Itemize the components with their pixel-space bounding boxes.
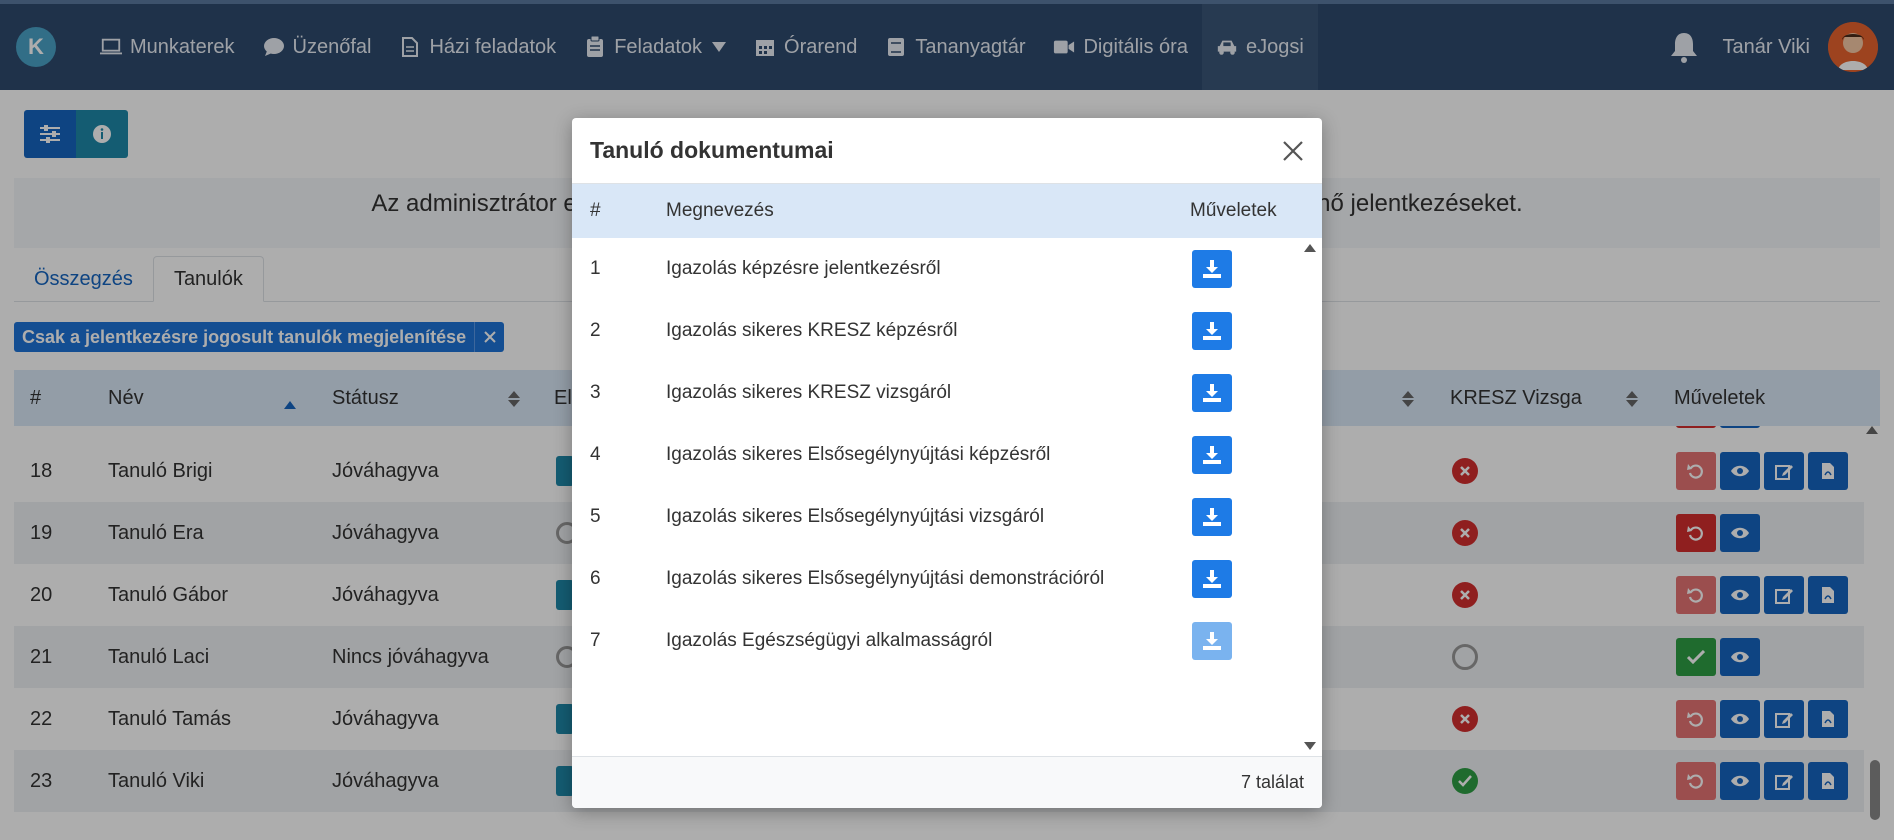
download-button[interactable] bbox=[1192, 374, 1232, 412]
document-name: Igazolás sikeres Elsősegélynyújtási demo… bbox=[666, 568, 1105, 589]
modal-table-body: 1 Igazolás képzésre jelentkezésről 2 Igazol… bbox=[572, 238, 1322, 756]
document-number: 6 bbox=[590, 568, 601, 589]
modal-table-header: # Megnevezés Műveletek bbox=[572, 184, 1322, 238]
document-actions bbox=[1192, 548, 1232, 610]
download-icon bbox=[1203, 632, 1221, 650]
document-row: 2 Igazolás sikeres KRESZ képzésről bbox=[572, 300, 1302, 362]
download-icon bbox=[1203, 446, 1221, 464]
document-name: Igazolás sikeres Elsősegélynyújtási vizs… bbox=[666, 506, 1045, 527]
document-name: Igazolás sikeres KRESZ képzésről bbox=[666, 320, 958, 341]
download-button[interactable] bbox=[1192, 560, 1232, 598]
document-number: 2 bbox=[590, 320, 601, 341]
modal-footer: 7 találat bbox=[572, 756, 1322, 808]
documents-modal: Tanuló dokumentumai # Megnevezés Művelet… bbox=[572, 118, 1322, 808]
document-actions bbox=[1192, 424, 1232, 486]
document-number: 5 bbox=[590, 506, 601, 527]
download-icon bbox=[1203, 570, 1221, 588]
document-name: Igazolás képzésre jelentkezésről bbox=[666, 258, 941, 279]
col-megnevezes: Megnevezés bbox=[666, 200, 774, 221]
download-button[interactable] bbox=[1192, 250, 1232, 288]
download-button[interactable] bbox=[1192, 436, 1232, 474]
document-row: 7 Igazolás Egészségügyi alkalmasságról bbox=[572, 610, 1302, 672]
modal-scroll-up[interactable] bbox=[1304, 244, 1316, 252]
document-actions bbox=[1192, 300, 1232, 362]
download-button[interactable] bbox=[1192, 312, 1232, 350]
document-name: Igazolás sikeres Elsősegélynyújtási képz… bbox=[666, 444, 1051, 465]
download-button[interactable] bbox=[1192, 498, 1232, 536]
document-row: 5 Igazolás sikeres Elsősegélynyújtási viz… bbox=[572, 486, 1302, 548]
col-number: # bbox=[590, 200, 601, 221]
document-name: Igazolás sikeres KRESZ vizsgáról bbox=[666, 382, 952, 403]
col-muveletek: Műveletek bbox=[1190, 200, 1277, 221]
document-actions bbox=[1192, 486, 1232, 548]
modal-header: Tanuló dokumentumai bbox=[572, 118, 1322, 184]
document-name: Igazolás Egészségügyi alkalmasságról bbox=[666, 630, 993, 651]
download-icon bbox=[1203, 322, 1221, 340]
download-icon bbox=[1203, 384, 1221, 402]
document-actions bbox=[1192, 238, 1232, 300]
document-number: 1 bbox=[590, 258, 601, 279]
document-number: 7 bbox=[590, 630, 601, 651]
result-count: 7 találat bbox=[1240, 772, 1304, 792]
document-number: 3 bbox=[590, 382, 601, 403]
modal-scroll-down[interactable] bbox=[1304, 742, 1316, 750]
download-icon bbox=[1203, 260, 1221, 278]
download-button bbox=[1192, 622, 1232, 660]
document-actions bbox=[1192, 610, 1232, 672]
document-number: 4 bbox=[590, 444, 601, 465]
document-row: 4 Igazolás sikeres Elsősegélynyújtási kép… bbox=[572, 424, 1302, 486]
document-actions bbox=[1192, 362, 1232, 424]
document-row: 3 Igazolás sikeres KRESZ vizsgáról bbox=[572, 362, 1302, 424]
modal-title: Tanuló dokumentumai bbox=[590, 137, 834, 163]
close-icon[interactable] bbox=[1280, 138, 1306, 164]
download-icon bbox=[1203, 508, 1221, 526]
document-row: 1 Igazolás képzésre jelentkezésről bbox=[572, 238, 1302, 300]
document-row: 6 Igazolás sikeres Elsősegélynyújtási dem… bbox=[572, 548, 1302, 610]
